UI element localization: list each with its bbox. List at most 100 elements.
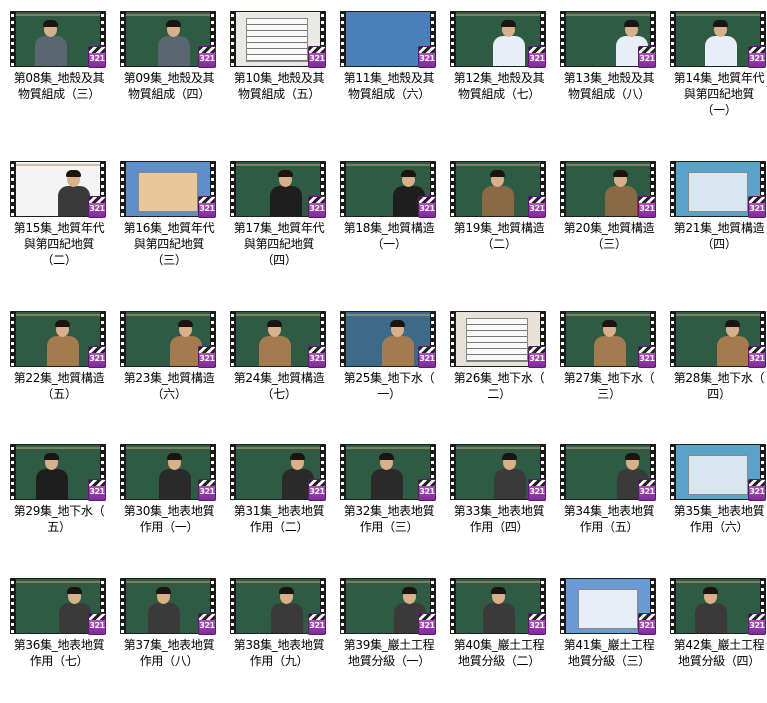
file-name-label[interactable]: 第18集_地質構造 （一） (334, 220, 444, 252)
media-player-icon[interactable]: 321 (88, 479, 106, 501)
video-file-item[interactable]: 321 第34集_地表地質 作用（五） (554, 435, 664, 569)
file-name-label[interactable]: 第11集_地殼及其 物質組成（六） (334, 70, 444, 102)
video-file-item[interactable]: 321 第41集_巖土工程 地質分級（三） (554, 569, 664, 703)
video-file-item[interactable]: 321 第21集_地質構造 （四） (664, 152, 767, 286)
video-file-item[interactable]: 321 第39集_巖土工程 地質分級（一） (334, 569, 444, 703)
media-player-icon[interactable]: 321 (528, 613, 546, 635)
file-name-label[interactable]: 第31集_地表地質 作用（二） (224, 503, 334, 535)
media-player-icon[interactable]: 321 (308, 479, 326, 501)
video-file-item[interactable]: 321 第13集_地殼及其 物質組成（八） (554, 2, 664, 136)
media-player-icon[interactable]: 321 (88, 196, 106, 218)
video-file-item[interactable]: 321 第28集_地下水（ 四） (664, 302, 767, 436)
file-name-label[interactable]: 第09集_地殼及其 物質組成（四） (114, 70, 224, 102)
media-player-icon[interactable]: 321 (748, 46, 766, 68)
media-player-icon[interactable]: 321 (198, 613, 216, 635)
video-file-item[interactable]: 321 第19集_地質構造 （二） (444, 152, 554, 286)
video-file-item[interactable]: 321 第25集_地下水（ 一） (334, 302, 444, 436)
file-name-label[interactable]: 第32集_地表地質 作用（三） (334, 503, 444, 535)
file-name-label[interactable]: 第23集_地質構造 （六） (114, 370, 224, 402)
file-name-label[interactable]: 第34集_地表地質 作用（五） (554, 503, 664, 535)
file-name-label[interactable]: 第29集_地下水（ 五） (4, 503, 114, 535)
media-player-icon[interactable]: 321 (748, 196, 766, 218)
file-name-label[interactable]: 第40集_巖土工程 地質分級（二） (444, 637, 554, 669)
video-file-item[interactable]: 321 第23集_地質構造 （六） (114, 302, 224, 436)
media-player-icon[interactable]: 321 (748, 346, 766, 368)
file-name-label[interactable]: 第08集_地殼及其 物質組成（三） (4, 70, 114, 102)
file-name-label[interactable]: 第30集_地表地質 作用（一） (114, 503, 224, 535)
file-name-label[interactable]: 第33集_地表地質 作用（四） (444, 503, 554, 535)
video-file-item[interactable]: 321 第27集_地下水（ 三） (554, 302, 664, 436)
file-name-label[interactable]: 第37集_地表地質 作用（八） (114, 637, 224, 669)
file-name-label[interactable]: 第28集_地下水（ 四） (664, 370, 767, 402)
file-name-label[interactable]: 第35集_地表地質 作用（六） (664, 503, 767, 535)
media-player-icon[interactable]: 321 (528, 346, 546, 368)
media-player-icon[interactable]: 321 (638, 613, 656, 635)
file-name-label[interactable]: 第15集_地質年代 與第四紀地質 （二） (4, 220, 114, 268)
file-name-label[interactable]: 第39集_巖土工程 地質分級（一） (334, 637, 444, 669)
video-file-item[interactable]: 321 第26集_地下水（ 二） (444, 302, 554, 436)
media-player-icon[interactable]: 321 (418, 479, 436, 501)
video-file-item[interactable]: 321 第08集_地殼及其 物質組成（三） (4, 2, 114, 136)
file-name-label[interactable]: 第25集_地下水（ 一） (334, 370, 444, 402)
video-file-item[interactable]: 321 第11集_地殼及其 物質組成（六） (334, 2, 444, 136)
media-player-icon[interactable]: 321 (418, 613, 436, 635)
video-file-item[interactable]: 321 第18集_地質構造 （一） (334, 152, 444, 286)
file-name-label[interactable]: 第17集_地質年代 與第四紀地質 （四） (224, 220, 334, 268)
media-player-icon[interactable]: 321 (638, 46, 656, 68)
video-file-item[interactable]: 321 第20集_地質構造 （三） (554, 152, 664, 286)
file-name-label[interactable]: 第24集_地質構造 （七） (224, 370, 334, 402)
media-player-icon[interactable]: 321 (308, 46, 326, 68)
video-file-item[interactable]: 321 第35集_地表地質 作用（六） (664, 435, 767, 569)
video-file-item[interactable]: 321 第32集_地表地質 作用（三） (334, 435, 444, 569)
media-player-icon[interactable]: 321 (198, 479, 216, 501)
video-file-item[interactable]: 321 第38集_地表地質 作用（九） (224, 569, 334, 703)
media-player-icon[interactable]: 321 (418, 196, 436, 218)
media-player-icon[interactable]: 321 (748, 479, 766, 501)
file-name-label[interactable]: 第38集_地表地質 作用（九） (224, 637, 334, 669)
video-file-item[interactable]: 321 第24集_地質構造 （七） (224, 302, 334, 436)
video-file-item[interactable]: 321 第37集_地表地質 作用（八） (114, 569, 224, 703)
video-file-item[interactable]: 321 第14集_地質年代 與第四紀地質 （一） (664, 2, 767, 136)
media-player-icon[interactable]: 321 (88, 613, 106, 635)
file-name-label[interactable]: 第27集_地下水（ 三） (554, 370, 664, 402)
media-player-icon[interactable]: 321 (748, 613, 766, 635)
media-player-icon[interactable]: 321 (528, 196, 546, 218)
video-file-item[interactable]: 321 第30集_地表地質 作用（一） (114, 435, 224, 569)
media-player-icon[interactable]: 321 (308, 196, 326, 218)
file-name-label[interactable]: 第13集_地殼及其 物質組成（八） (554, 70, 664, 102)
video-file-item[interactable]: 321 第10集_地殼及其 物質組成（五） (224, 2, 334, 136)
video-file-item[interactable]: 321 第31集_地表地質 作用（二） (224, 435, 334, 569)
file-name-label[interactable]: 第26集_地下水（ 二） (444, 370, 554, 402)
video-file-item[interactable]: 321 第29集_地下水（ 五） (4, 435, 114, 569)
file-name-label[interactable]: 第16集_地質年代 與第四紀地質 （三） (114, 220, 224, 268)
media-player-icon[interactable]: 321 (418, 46, 436, 68)
media-player-icon[interactable]: 321 (528, 46, 546, 68)
media-player-icon[interactable]: 321 (638, 346, 656, 368)
file-name-label[interactable]: 第22集_地質構造 （五） (4, 370, 114, 402)
video-file-item[interactable]: 321 第42集_巖土工程 地質分級（四） (664, 569, 767, 703)
video-file-item[interactable]: 321 第09集_地殼及其 物質組成（四） (114, 2, 224, 136)
media-player-icon[interactable]: 321 (528, 479, 546, 501)
video-file-item[interactable]: 321 第36集_地表地質 作用（七） (4, 569, 114, 703)
file-name-label[interactable]: 第21集_地質構造 （四） (664, 220, 767, 252)
video-file-item[interactable]: 321 第15集_地質年代 與第四紀地質 （二） (4, 152, 114, 286)
media-player-icon[interactable]: 321 (88, 46, 106, 68)
file-name-label[interactable]: 第20集_地質構造 （三） (554, 220, 664, 252)
media-player-icon[interactable]: 321 (638, 479, 656, 501)
file-name-label[interactable]: 第36集_地表地質 作用（七） (4, 637, 114, 669)
video-file-item[interactable]: 321 第12集_地殼及其 物質組成（七） (444, 2, 554, 136)
file-name-label[interactable]: 第10集_地殼及其 物質組成（五） (224, 70, 334, 102)
video-file-item[interactable]: 321 第17集_地質年代 與第四紀地質 （四） (224, 152, 334, 286)
media-player-icon[interactable]: 321 (88, 346, 106, 368)
media-player-icon[interactable]: 321 (198, 346, 216, 368)
file-name-label[interactable]: 第12集_地殼及其 物質組成（七） (444, 70, 554, 102)
media-player-icon[interactable]: 321 (418, 346, 436, 368)
file-name-label[interactable]: 第42集_巖土工程 地質分級（四） (664, 637, 767, 669)
media-player-icon[interactable]: 321 (308, 346, 326, 368)
file-name-label[interactable]: 第19集_地質構造 （二） (444, 220, 554, 252)
media-player-icon[interactable]: 321 (198, 46, 216, 68)
file-name-label[interactable]: 第41集_巖土工程 地質分級（三） (554, 637, 664, 669)
video-file-item[interactable]: 321 第40集_巖土工程 地質分級（二） (444, 569, 554, 703)
video-file-item[interactable]: 321 第33集_地表地質 作用（四） (444, 435, 554, 569)
video-file-item[interactable]: 321 第22集_地質構造 （五） (4, 302, 114, 436)
